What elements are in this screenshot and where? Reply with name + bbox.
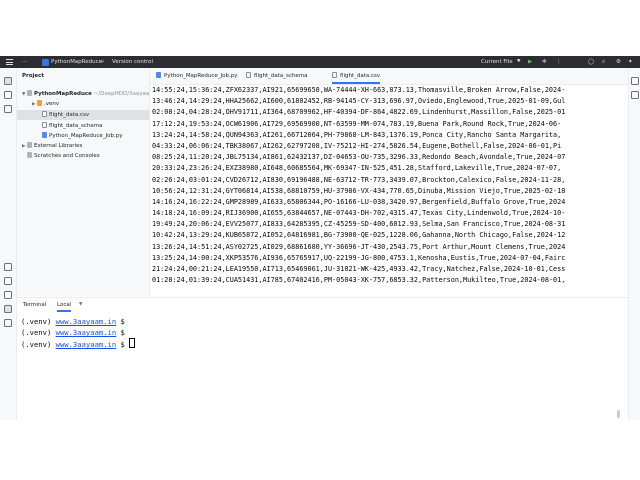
code-line: 14:55:24,15:36:24,ZFX62337,AI921,6569965… (152, 86, 566, 94)
terminal-host-link[interactable]: www.3aayaam.in (56, 340, 117, 349)
terminal-output[interactable]: (.venv) www.3aayaam.in $ (.venv) www.3aa… (21, 316, 136, 349)
toolbar-dots-icon[interactable]: ··· (22, 56, 27, 68)
code-line: 01:28:24,01:39:24,CUA51431,AI785,6740241… (152, 276, 566, 285)
terminal-line: (.venv) www.3aayaam.in $ (21, 328, 125, 337)
tree-item-external-libraries[interactable]: ▶ External Libraries (17, 141, 149, 151)
editor-tabs: Python_MapReduce_Job.py flight_data_sche… (150, 68, 628, 85)
branch-icon: ⑂ (101, 59, 105, 65)
tree-item-flight-data-csv[interactable]: flight_data.csv (17, 110, 149, 120)
tree-item-mapreduce-job[interactable]: Python_MapReduce_Job.py (17, 131, 149, 141)
terminal-tool-icon[interactable] (4, 305, 12, 313)
code-line: 13:46:24,14:29:24,HHA25662,AI600,6180245… (152, 97, 566, 106)
code-line: 02:08:24,04:28:24,OHV91711,AI364,6870996… (152, 108, 566, 117)
csv-file-icon (332, 72, 337, 78)
project-panel: Project ▼ PythonMapReduce ~/DeepHDD/3aaya… (17, 68, 150, 296)
project-selector[interactable]: PythonMapReduce (51, 56, 102, 68)
search-icon[interactable]: ⌕ (602, 56, 605, 68)
code-line: 14:16:24,16:22:24,GMP28989,AI633,6580634… (152, 197, 566, 206)
code-line: 20:33:24,23:26:24,EXZ38980,AI648,6068556… (152, 164, 562, 173)
project-panel-title[interactable]: Project (22, 73, 44, 79)
project-tool-icon[interactable] (4, 77, 12, 85)
left-tool-strip (0, 68, 17, 420)
hamburger-menu-icon[interactable] (6, 59, 13, 65)
version-control-tool-icon[interactable] (4, 319, 12, 327)
code-line: 21:24:24,00:21:24,LEA19550,AI713,6546906… (152, 265, 566, 273)
code-line: 13:25:24,14:00:24,XKP53576,AI936,6576591… (152, 253, 566, 262)
right-tool-strip (628, 68, 640, 420)
tree-item-scratches[interactable]: Scratches and Consoles (17, 151, 149, 161)
project-badge-icon (42, 58, 49, 66)
debug-icon[interactable]: ✲ (542, 56, 547, 68)
code-line: 10:42:24,13:29:24,KUB65872,AI052,6481698… (152, 231, 566, 240)
ide-window: ··· PythonMapReduce ⑂ Version control Cu… (0, 0, 640, 480)
more-actions-icon[interactable]: ⋮ (556, 56, 562, 68)
code-line: 13:26:24,14:51:24,ASY02725,AI029,6886168… (152, 242, 566, 251)
chevron-down-icon[interactable]: ▼ (79, 298, 82, 312)
python-file-icon (42, 132, 47, 138)
folder-icon (27, 90, 32, 96)
terminal-tabs: Terminal Local ▼ (17, 298, 628, 312)
code-line: 14:18:24,16:09:24,RIJ36900,AI655,6384465… (152, 209, 566, 218)
code-line: 19:49:24,20:06:24,EVV25077,AI833,6428539… (152, 220, 566, 229)
code-line: 17:12:24,19:53:24,OCW61906,AI729,6956990… (152, 119, 562, 128)
folder-icon (37, 100, 42, 106)
scratches-icon (27, 152, 32, 158)
chevron-down-icon[interactable]: ▼ (517, 56, 520, 68)
tree-item-venv[interactable]: ▶ .venv (17, 99, 149, 109)
terminal-host-link[interactable]: www.3aayaam.in (56, 328, 117, 337)
text-file-icon (246, 72, 251, 78)
terminal-scrollbar[interactable] (617, 410, 620, 418)
code-line: 04:33:24,06:06:24,TBK38067,AI262,6279720… (152, 141, 562, 150)
run-icon[interactable]: ▶ (528, 56, 532, 68)
structure-tool-icon[interactable] (4, 91, 12, 99)
run-config-selector[interactable]: Current File (481, 56, 513, 68)
code-line: 08:25:24,11:20:24,JBL75134,AI861,6243213… (152, 153, 566, 162)
settings-gear-icon[interactable]: ⚙ (616, 56, 621, 68)
code-area[interactable]: 14:55:24,15:36:24,ZFX62337,AI921,6569965… (152, 85, 628, 296)
code-line: 02:26:24,03:01:24,CVD26712,AI830,6919648… (152, 175, 566, 184)
tab-flight-data-schema[interactable]: flight_data_schema (246, 68, 308, 84)
terminal-line: (.venv) www.3aayaam.in $ (21, 338, 136, 349)
tab-local[interactable]: Local (57, 298, 72, 312)
problems-icon[interactable] (4, 291, 12, 299)
ai-assistant-icon[interactable]: ✦ (628, 56, 633, 68)
tree-root[interactable]: ▼ PythonMapReduce ~/DeepHDD/3aayaa (17, 89, 149, 99)
notifications-icon[interactable] (631, 77, 639, 85)
main-toolbar: ··· PythonMapReduce ⑂ Version control Cu… (0, 56, 640, 68)
database-icon[interactable] (631, 91, 639, 99)
code-line: 13:24:24,14:58:24,QUN94363,AI261,6671206… (152, 130, 562, 139)
tree-item-flight-data-schema[interactable]: flight_data_schema (17, 121, 149, 131)
terminal-panel: Terminal Local ▼ (.venv) www.3aayaam.in … (17, 297, 628, 421)
python-file-icon (156, 72, 161, 78)
python-console-icon[interactable] (4, 277, 12, 285)
terminal-title[interactable]: Terminal (23, 298, 46, 312)
code-line: 10:56:24,12:31:24,GYT06814,AI538,6881075… (152, 186, 566, 195)
version-control-menu[interactable]: Version control (112, 56, 153, 68)
more-tools-icon[interactable] (4, 105, 12, 113)
text-file-icon (42, 122, 47, 128)
python-packages-icon[interactable] (4, 263, 12, 271)
terminal-line: (.venv) www.3aayaam.in $ (21, 317, 125, 326)
account-icon[interactable]: ◯ (588, 56, 594, 68)
tab-flight-data-csv[interactable]: flight_data.csv (332, 68, 381, 84)
terminal-host-link[interactable]: www.3aayaam.in (56, 317, 117, 326)
library-icon (27, 142, 32, 148)
csv-file-icon (42, 111, 47, 117)
terminal-cursor (129, 338, 136, 348)
tab-mapreduce-job[interactable]: Python_MapReduce_Job.py (156, 68, 238, 84)
editor-pane: Python_MapReduce_Job.py flight_data_sche… (150, 68, 628, 296)
